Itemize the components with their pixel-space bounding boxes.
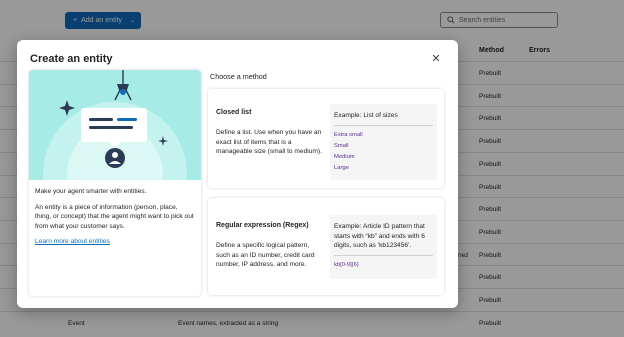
method-description: Define a list. Use when you have an exac… xyxy=(216,129,322,155)
example-item: Large xyxy=(334,164,349,171)
method-description: Define a specific logical pattern, such … xyxy=(216,242,315,268)
method-title: Regular expression (Regex) xyxy=(216,222,309,229)
example-label: Example: Article ID pattern that starts … xyxy=(334,222,433,256)
method-title: Closed list xyxy=(216,109,252,116)
dialog-title: Create an entity xyxy=(30,53,113,65)
choose-method-label: Choose a method xyxy=(210,72,267,81)
entity-illustration xyxy=(29,70,201,246)
close-icon[interactable]: ✕ xyxy=(430,53,442,65)
example-label: Example: List of sizes xyxy=(334,111,433,126)
intro-text: Make your agent smarter with entities. xyxy=(35,188,147,195)
example-item: Small xyxy=(334,142,349,149)
example-item: Extra small xyxy=(334,131,363,138)
example-item: kb[0-9]{6} xyxy=(334,261,359,268)
learn-more-link[interactable]: Learn more about entities xyxy=(35,238,110,245)
method-card-closed-list[interactable]: Closed list Define a list. Use when you … xyxy=(208,89,444,188)
example-item: Medium xyxy=(334,153,355,160)
explanation-text: An entity is a piece of information (per… xyxy=(35,203,194,230)
info-card: Make your agent smarter with entities. A… xyxy=(29,70,201,296)
example-box: Example: List of sizes Extra small Small… xyxy=(330,104,437,180)
create-entity-dialog: Create an entity ✕ Make your agent smart… xyxy=(17,40,458,308)
method-card-regex[interactable]: Regular expression (Regex) Define a spec… xyxy=(208,198,444,295)
example-box: Example: Article ID pattern that starts … xyxy=(330,215,437,279)
